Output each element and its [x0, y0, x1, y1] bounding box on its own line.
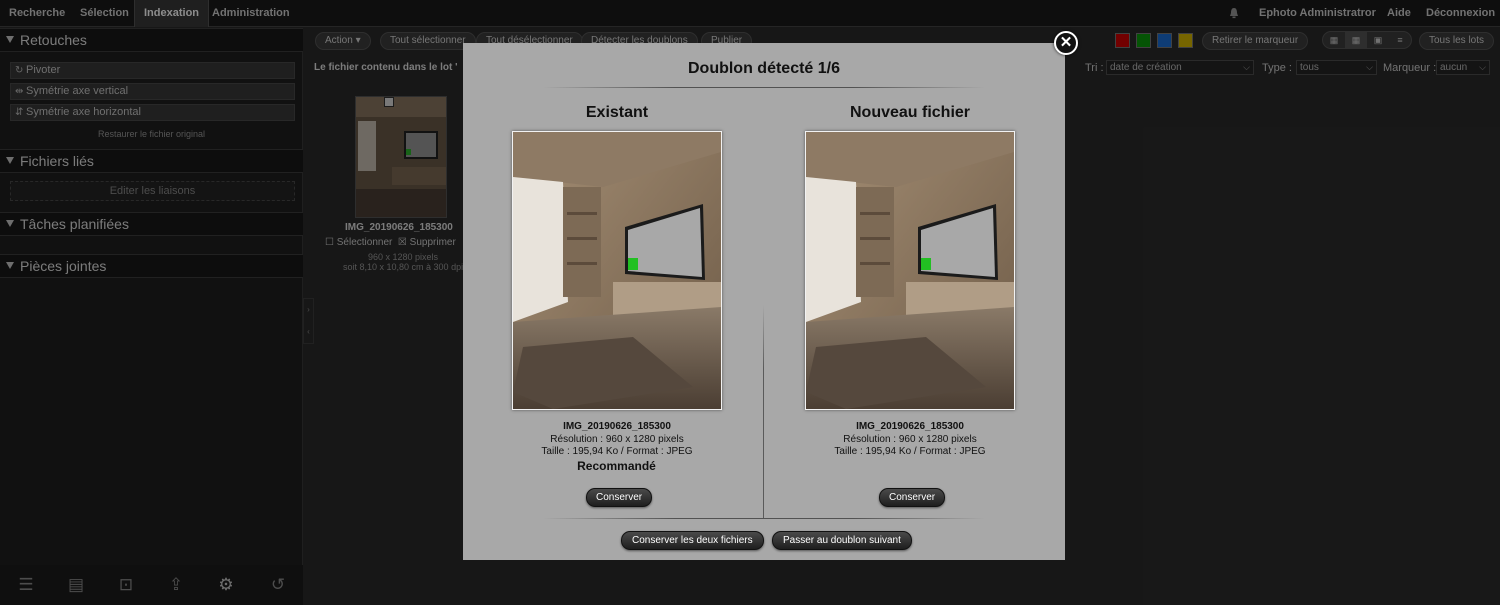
new-file-image — [806, 132, 1014, 409]
new-file-heading: Nouveau fichier — [849, 104, 971, 121]
dialog-title: Doublon détecté 1/6 — [687, 60, 841, 77]
new-file-preview[interactable] — [805, 131, 1015, 410]
keep-both-button[interactable]: Conserver les deux fichiers — [621, 531, 764, 550]
duplicate-dialog: Doublon détecté 1/6 Existant IMG_2019062… — [463, 43, 1065, 560]
existing-size: Taille : 195,94 Ko / Format : JPEG — [541, 446, 693, 457]
divider — [543, 87, 985, 88]
keep-existing-button[interactable]: Conserver — [586, 488, 653, 507]
next-duplicate-button[interactable]: Passer au doublon suivant — [772, 531, 912, 550]
keep-new-file-button[interactable]: Conserver — [879, 488, 946, 507]
close-button[interactable]: ✕ — [1054, 31, 1078, 55]
recommended-label: Recommandé — [577, 459, 656, 473]
existing-heading: Existant — [585, 104, 649, 121]
new-file-size: Taille : 195,94 Ko / Format : JPEG — [834, 446, 986, 457]
existing-filename: IMG_20190626_185300 — [563, 421, 671, 432]
existing-resolution: Résolution : 960 x 1280 pixels — [550, 434, 684, 445]
new-file-resolution: Résolution : 960 x 1280 pixels — [843, 434, 977, 445]
close-icon: ✕ — [1059, 34, 1073, 51]
existing-image — [513, 132, 721, 409]
new-file-filename: IMG_20190626_185300 — [856, 421, 964, 432]
existing-preview[interactable] — [512, 131, 722, 410]
divider — [543, 518, 985, 519]
column-divider — [763, 305, 764, 518]
